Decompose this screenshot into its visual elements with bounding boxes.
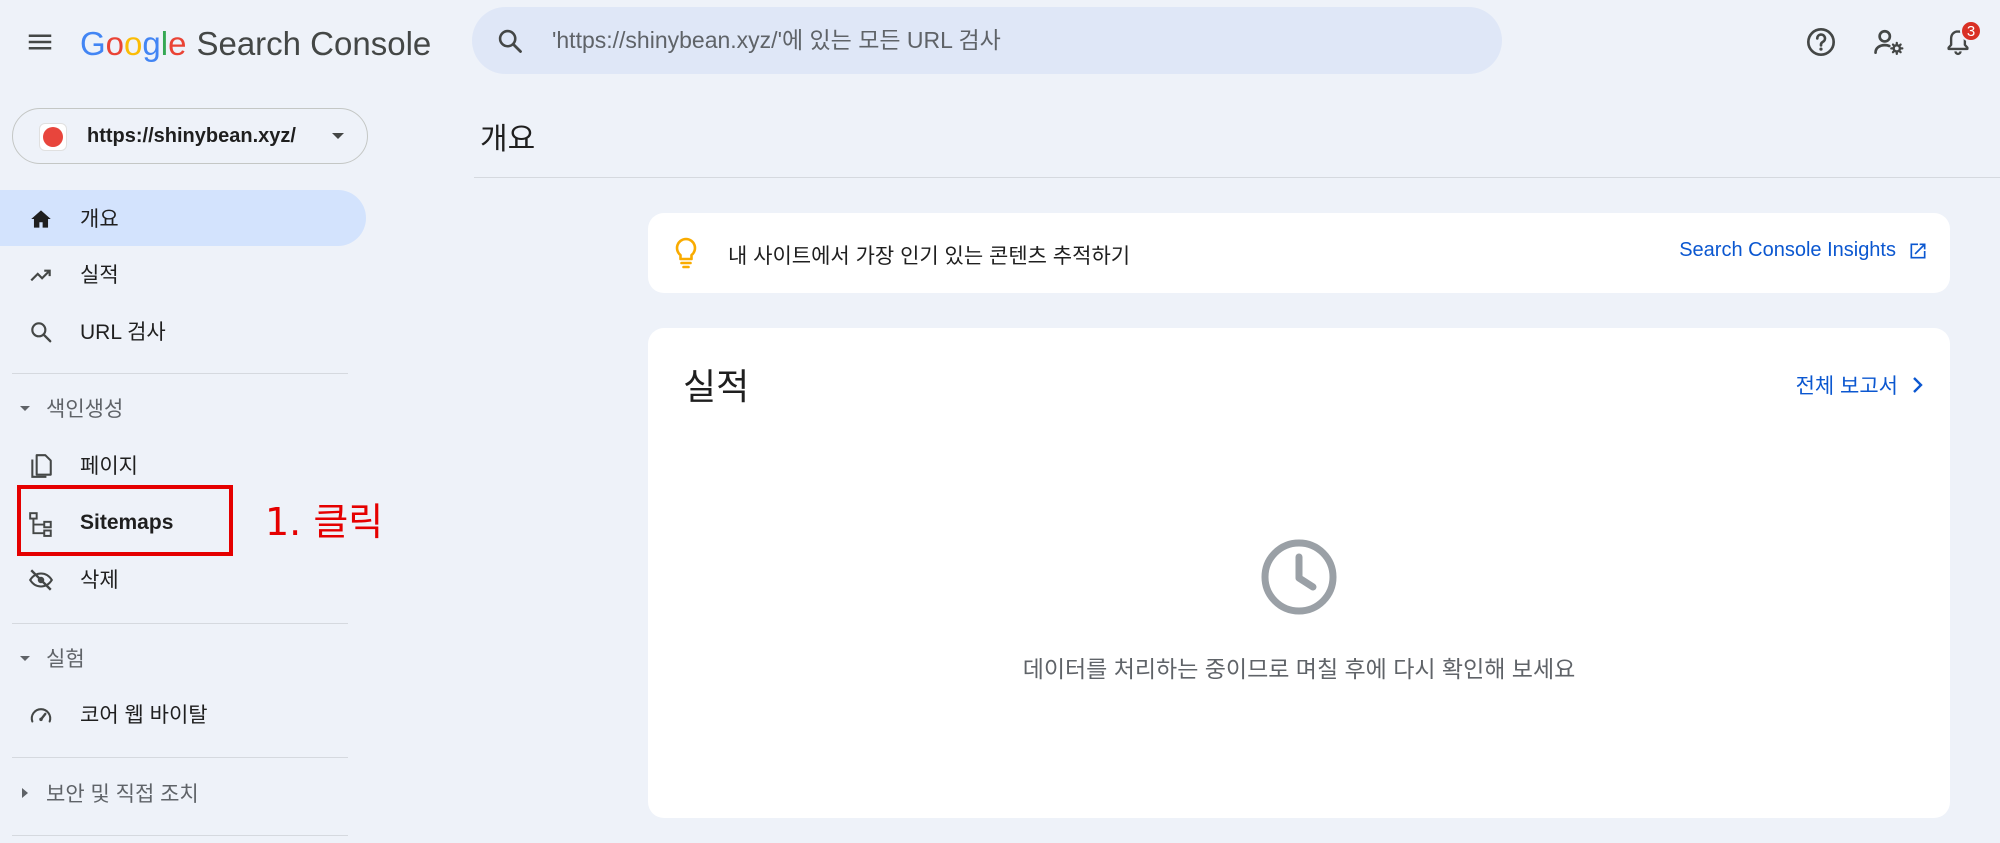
section-label: 보안 및 직접 조치 <box>46 783 199 806</box>
product-name: Search Console <box>196 25 432 62</box>
sidebar-item-pages[interactable]: 페이지 <box>0 437 366 493</box>
logo-letter: g <box>142 25 161 62</box>
notification-count-badge: 3 <box>1960 20 1982 42</box>
sidebar-divider <box>12 373 348 374</box>
sidebar-item-label: 페이지 <box>80 455 138 478</box>
sidebar-item-removals[interactable]: 삭제 <box>0 551 366 607</box>
collapse-arrow-icon <box>20 656 30 661</box>
sidebar-item-overview[interactable]: 개요 <box>0 190 366 246</box>
property-selector[interactable]: https://shinybean.xyz/ <box>12 108 368 164</box>
sidebar-item-label: 삭제 <box>80 569 119 592</box>
logo-letter: G <box>80 25 106 62</box>
notifications-button[interactable]: 3 <box>1936 20 1982 64</box>
collapse-arrow-icon <box>20 406 30 411</box>
clock-icon <box>1261 539 1337 615</box>
main-menu-button[interactable] <box>20 22 60 62</box>
sidebar-item-label: Sitemaps <box>80 511 174 534</box>
full-report-label: 전체 보고서 <box>1795 375 1898 398</box>
sidebar-item-label: URL 검사 <box>80 321 166 344</box>
sidebar-section-security[interactable]: 보안 및 직접 조치 <box>0 771 360 815</box>
sidebar-section-experiments[interactable]: 실험 <box>0 636 360 680</box>
section-label: 실험 <box>46 648 85 671</box>
property-favicon <box>39 123 67 151</box>
insights-banner: 내 사이트에서 가장 인기 있는 콘텐츠 추적하기 Search Console… <box>648 213 1950 293</box>
processing-message: 데이터를 처리하는 중이므로 며칠 후에 다시 확인해 보세요 <box>1022 656 1576 682</box>
search-icon <box>31 322 52 343</box>
logo-letter: o <box>105 25 125 62</box>
url-inspection-search[interactable] <box>472 7 1502 74</box>
page-title-divider <box>474 177 2000 178</box>
search-input[interactable] <box>552 7 1452 74</box>
dropdown-arrow-icon <box>332 133 344 139</box>
eye-off-icon <box>28 569 54 591</box>
annotation-label: 1. 클릭 <box>265 500 384 544</box>
search-icon <box>498 29 522 53</box>
property-url: https://shinybean.xyz/ <box>87 125 296 147</box>
manage-users-button[interactable] <box>1867 20 1911 64</box>
section-label: 색인생성 <box>46 398 124 421</box>
performance-card: 실적 전체 보고서 데이터를 처리하는 중이므로 며칠 후에 다시 확인해 보세… <box>648 328 1950 818</box>
full-report-link[interactable]: 전체 보고서 <box>1796 370 1924 400</box>
search-console-logo[interactable]: Google Search Console <box>80 22 431 66</box>
expand-arrow-icon <box>22 788 28 798</box>
help-button[interactable] <box>1799 20 1843 64</box>
insights-link-label: Search Console Insights <box>1679 239 1896 261</box>
logo-letter: l <box>160 25 169 62</box>
sidebar-item-core-web-vitals[interactable]: 코어 웹 바이탈 <box>0 686 366 742</box>
lightbulb-icon <box>675 237 697 269</box>
sidebar-item-performance[interactable]: 실적 <box>0 246 366 302</box>
manage-users-icon <box>1874 29 1904 56</box>
sidebar-item-label: 개요 <box>80 208 119 231</box>
page-title: 개요 <box>480 123 536 156</box>
pages-icon <box>31 454 52 478</box>
help-icon <box>1807 28 1835 56</box>
sidebar-section-indexing[interactable]: 색인생성 <box>0 386 360 430</box>
speed-icon <box>30 708 52 723</box>
home-icon <box>31 210 51 228</box>
sidebar-divider <box>12 835 348 836</box>
open-in-new-icon <box>1910 243 1926 258</box>
sidebar-item-url-inspection[interactable]: URL 검사 <box>0 303 366 359</box>
top-app-bar: Google Search Console 3 <box>0 0 2000 84</box>
sitemap-icon <box>29 512 52 537</box>
chevron-right-icon <box>1913 377 1923 393</box>
performance-card-title: 실적 <box>683 366 750 407</box>
insights-text: 내 사이트에서 가장 인기 있는 콘텐츠 추적하기 <box>728 245 1131 268</box>
sidebar-item-label: 코어 웹 바이탈 <box>80 704 208 727</box>
trending-up-icon <box>30 269 51 282</box>
search-console-insights-link[interactable]: Search Console Insights <box>1679 239 1928 262</box>
sidebar-divider <box>12 757 348 758</box>
sidebar-item-label: 실적 <box>80 264 119 287</box>
logo-letter: e <box>168 25 187 62</box>
menu-icon <box>28 34 52 50</box>
logo-letter: o <box>124 25 143 62</box>
sidebar-divider <box>12 623 348 624</box>
